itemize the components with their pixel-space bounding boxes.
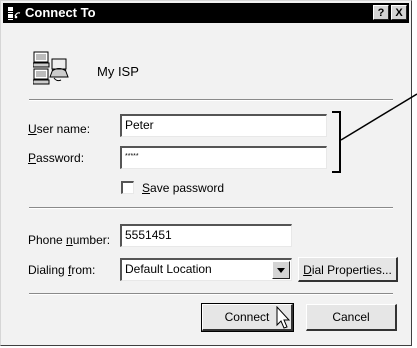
separator [29, 293, 393, 295]
callout-bracket [332, 111, 341, 173]
save-password-checkbox[interactable] [121, 181, 134, 194]
phone-number-label: Phone number: [28, 233, 111, 247]
close-button[interactable]: X [391, 5, 407, 20]
username-label: User name: [28, 122, 91, 136]
save-password-label[interactable]: Save password [142, 181, 224, 195]
connection-name: My ISP [97, 64, 139, 79]
phone-number-input[interactable]: 5551451 [120, 224, 292, 247]
separator [29, 207, 393, 209]
mouse-pointer-icon [276, 306, 291, 329]
dial-properties-button[interactable]: Dial Properties... [298, 257, 398, 282]
chevron-down-icon[interactable] [272, 261, 290, 279]
password-label: Password: [28, 151, 85, 165]
separator [29, 99, 393, 101]
password-input[interactable]: ***** [120, 146, 327, 169]
dialup-icon [8, 7, 21, 20]
window-title: Connect To [25, 5, 96, 20]
help-button[interactable]: ? [373, 5, 389, 20]
username-input[interactable]: Peter [120, 114, 327, 137]
network-computers-icon [33, 51, 69, 85]
connect-to-dialog: Connect To ? X My ISP User name: Peter P… [0, 0, 412, 346]
dialing-from-select[interactable]: Default Location [120, 258, 292, 281]
cancel-button[interactable]: Cancel [306, 304, 397, 331]
dialing-from-label: Dialing from: [28, 263, 96, 277]
title-bar[interactable]: Connect To ? X [3, 3, 409, 23]
